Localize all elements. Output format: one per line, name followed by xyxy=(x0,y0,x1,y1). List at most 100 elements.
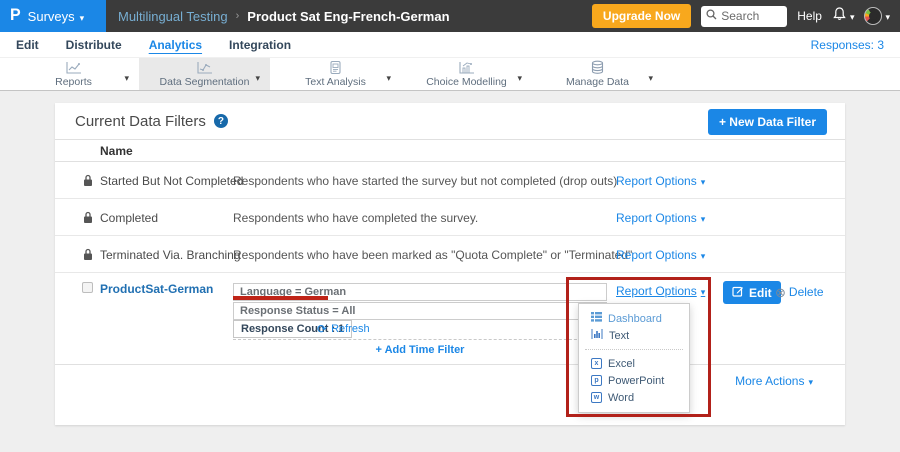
report-options-link[interactable]: Report Options xyxy=(616,174,705,188)
toolbar-item-label: Text Analysis xyxy=(305,76,366,88)
current-data-filters-panel: Current Data Filters ? + New Data Filter… xyxy=(55,103,845,425)
caret-down-icon[interactable] xyxy=(517,68,522,86)
menu-separator xyxy=(585,349,683,350)
caret-down-icon xyxy=(701,174,706,188)
help-link[interactable]: Help xyxy=(797,9,822,23)
help-icon[interactable]: ? xyxy=(214,114,228,128)
more-actions-label: More Actions xyxy=(735,374,804,388)
caret-down-icon[interactable] xyxy=(255,68,260,86)
menu-item-powerpoint[interactable]: p PowerPoint xyxy=(579,372,689,389)
breadcrumb-separator: › xyxy=(236,10,240,22)
report-options-label: Report Options xyxy=(616,284,697,298)
report-options-link-open[interactable]: Report Options xyxy=(616,284,705,298)
menu-item-word[interactable]: w Word xyxy=(579,389,689,406)
refresh-icon: ⟳ xyxy=(317,323,327,335)
responses-count-link[interactable]: Responses: 3 xyxy=(811,38,884,52)
caret-down-icon[interactable] xyxy=(124,68,129,86)
panel-header: Current Data Filters ? + New Data Filter xyxy=(55,103,845,140)
menu-item-label: Excel xyxy=(608,358,635,370)
menu-item-label: Dashboard xyxy=(608,313,662,325)
menu-item-dashboard[interactable]: Dashboard xyxy=(579,310,689,327)
bell-icon xyxy=(832,6,847,27)
circle-x-icon: ⊗ xyxy=(775,286,786,299)
menu-item-text[interactable]: Text xyxy=(579,327,689,344)
report-options-dropdown: Dashboard Text x Excel p PowerPoint w Wo… xyxy=(578,303,690,413)
caret-down-icon xyxy=(80,9,85,24)
account-menu-button[interactable] xyxy=(864,7,890,25)
segmented-chart-icon xyxy=(196,61,213,75)
nav-tab-distribute[interactable]: Distribute xyxy=(66,38,122,52)
criteria-language-field[interactable]: Language = German xyxy=(233,283,607,301)
caret-down-icon[interactable] xyxy=(648,68,653,86)
add-time-filter-link[interactable]: + Add Time Filter xyxy=(233,344,607,356)
global-search[interactable] xyxy=(701,6,787,27)
search-input[interactable] xyxy=(721,9,781,23)
line-chart-icon xyxy=(65,61,82,75)
word-file-icon: w xyxy=(591,392,602,403)
report-options-label: Report Options xyxy=(616,174,697,188)
delete-label: Delete xyxy=(789,285,824,299)
edit-pencil-icon xyxy=(732,285,744,300)
report-options-link[interactable]: Report Options xyxy=(616,248,705,262)
toolbar-item-manage-data[interactable]: Manage Data xyxy=(532,58,663,90)
table-row: Completed Respondents who have completed… xyxy=(55,199,845,236)
toolbar-item-reports[interactable]: Reports xyxy=(8,58,139,90)
menu-item-excel[interactable]: x Excel xyxy=(579,355,689,372)
toolbar-item-choice-modelling[interactable]: Choice Modelling xyxy=(401,58,532,90)
breadcrumb-folder-link[interactable]: Multilingual Testing xyxy=(118,9,228,24)
breadcrumb-survey-title: Product Sat Eng-French-German xyxy=(247,9,449,24)
upgrade-now-button[interactable]: Upgrade Now xyxy=(592,4,691,28)
more-actions-link[interactable]: More Actions xyxy=(735,374,813,388)
nav-tab-analytics[interactable]: Analytics xyxy=(149,38,202,52)
surveys-product-menu[interactable]: P Surveys xyxy=(0,0,106,32)
toolbar-item-data-segmentation[interactable]: Data Segmentation xyxy=(139,58,270,90)
menu-item-label: PowerPoint xyxy=(608,375,664,387)
table-header: Name xyxy=(55,140,845,162)
report-options-link[interactable]: Report Options xyxy=(616,211,705,225)
filter-description: Respondents who have completed the surve… xyxy=(233,211,478,225)
nav-tab-edit[interactable]: Edit xyxy=(16,38,39,52)
report-options-label: Report Options xyxy=(616,248,697,262)
survey-nav: Edit Distribute Analytics Integration Re… xyxy=(0,32,900,58)
filter-name: Terminated Via. Branching xyxy=(100,248,241,262)
table-row-productsat-german: ProductSat-German Language = German Resp… xyxy=(55,273,845,365)
toolbar-item-label: Choice Modelling xyxy=(426,76,507,88)
lock-icon xyxy=(83,174,93,192)
new-data-filter-button[interactable]: + New Data Filter xyxy=(708,109,827,135)
model-chart-icon xyxy=(458,61,475,75)
analytics-toolbar: Reports Data Segmentation Text Analysis … xyxy=(0,58,900,91)
row-checkbox[interactable] xyxy=(82,282,93,293)
caret-down-icon xyxy=(701,284,706,298)
product-menu-label: Surveys xyxy=(28,9,75,24)
filter-description: Respondents who have been marked as "Quo… xyxy=(233,248,632,262)
caret-down-icon[interactable] xyxy=(386,68,391,86)
caret-down-icon xyxy=(701,248,706,262)
notifications-button[interactable] xyxy=(832,6,855,27)
lock-icon xyxy=(83,211,93,229)
caret-down-icon xyxy=(701,211,706,225)
toolbar-item-label: Manage Data xyxy=(566,76,629,88)
caret-down-icon xyxy=(885,7,890,25)
refresh-link[interactable]: ⟳ Refresh xyxy=(317,323,370,335)
questionpro-logo-icon: P xyxy=(10,7,21,26)
menu-item-label: Text xyxy=(609,330,629,342)
search-icon xyxy=(706,7,717,25)
filter-name: ProductSat-German xyxy=(100,282,213,296)
breadcrumb: Multilingual Testing › Product Sat Eng-F… xyxy=(118,9,450,24)
criteria-response-status-field[interactable]: Response Status = All xyxy=(233,302,607,320)
menu-item-label: Word xyxy=(608,392,634,404)
edit-button-label: Edit xyxy=(749,286,772,300)
caret-down-icon xyxy=(850,7,855,25)
toolbar-item-label: Data Segmentation xyxy=(160,76,250,88)
lock-icon xyxy=(83,248,93,266)
edit-button[interactable]: Edit xyxy=(723,281,781,304)
table-row: Started But Not Completed Respondents wh… xyxy=(55,162,845,199)
dashed-divider xyxy=(233,339,607,340)
refresh-label: Refresh xyxy=(331,323,370,335)
toolbar-item-text-analysis[interactable]: Text Analysis xyxy=(270,58,401,90)
database-icon xyxy=(590,60,605,75)
nav-tab-integration[interactable]: Integration xyxy=(229,38,291,52)
filter-name: Completed xyxy=(100,211,158,225)
delete-link[interactable]: ⊗ Delete xyxy=(775,285,824,299)
table-row: Terminated Via. Branching Respondents wh… xyxy=(55,236,845,273)
